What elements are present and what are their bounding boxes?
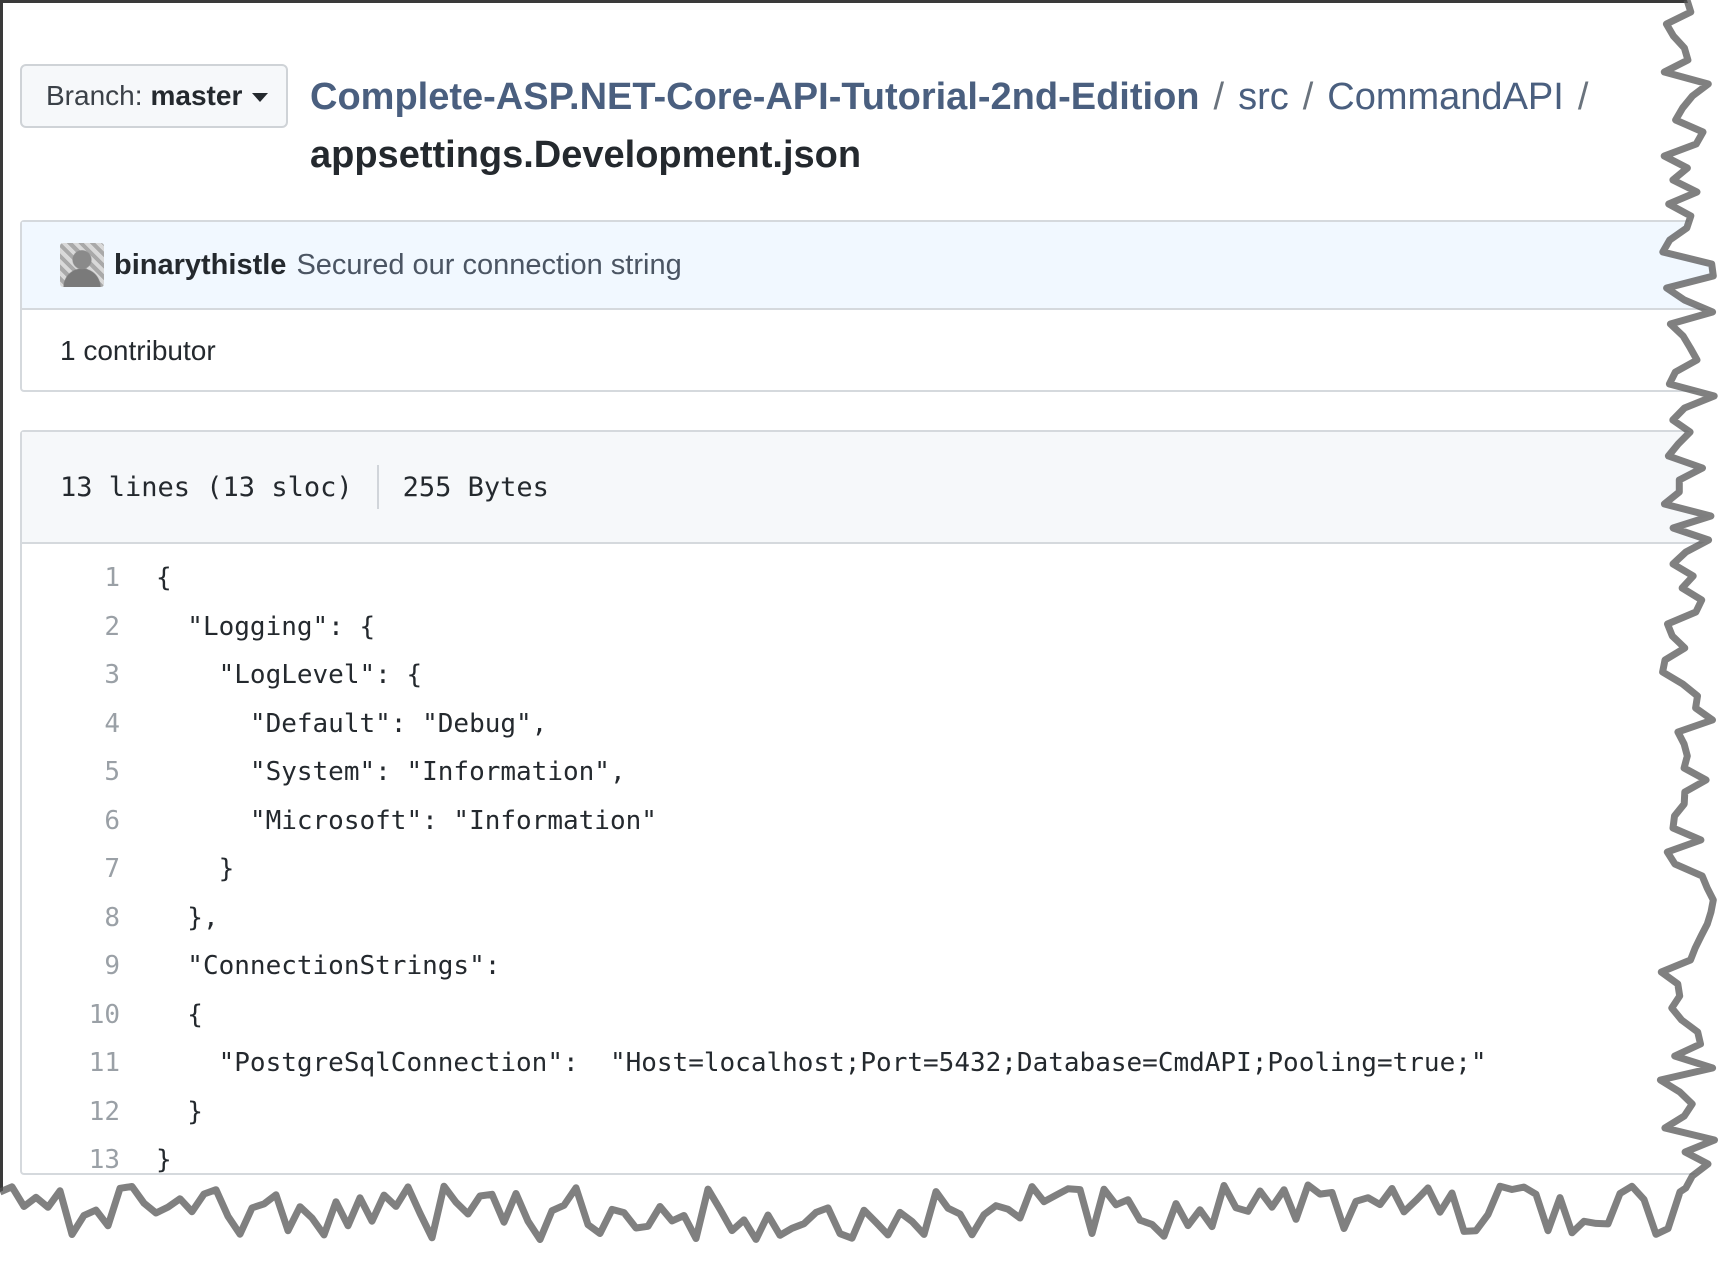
torn-paper-edge	[0, 0, 1725, 1265]
